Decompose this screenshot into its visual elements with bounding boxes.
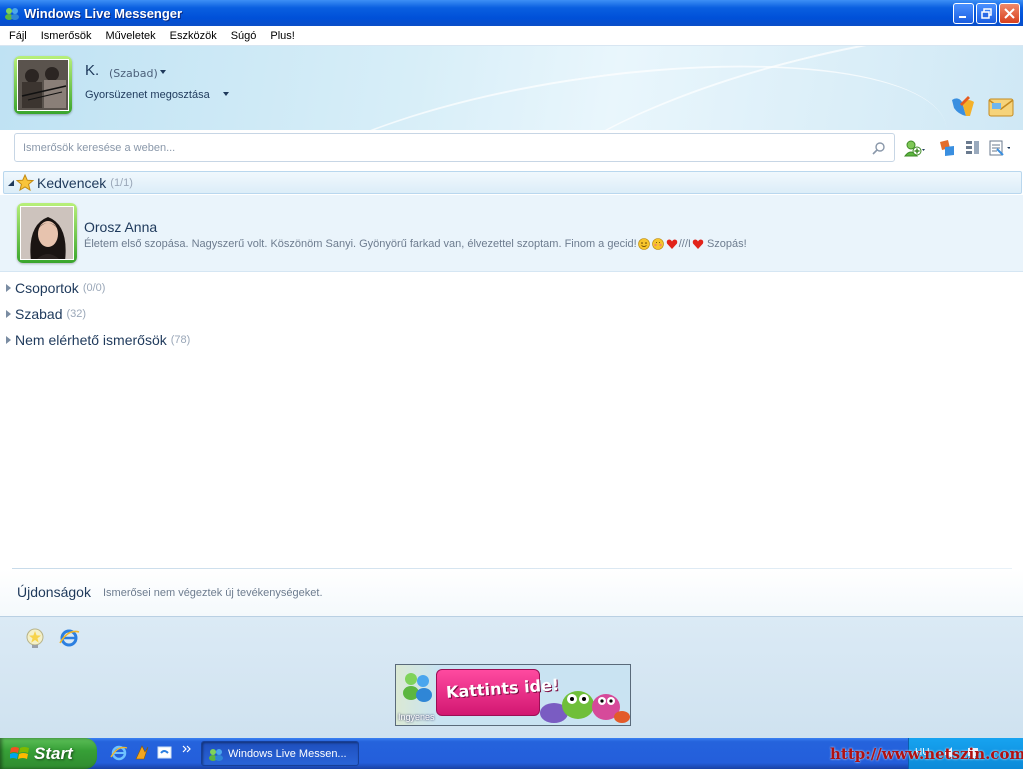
group-online[interactable]: Szabad (32) [0,304,86,324]
menu-actions[interactable]: Műveletek [98,26,162,46]
menu-help[interactable]: Súgó [224,26,264,46]
minimize-icon [959,16,966,18]
heart-emoticon-icon [666,239,677,249]
whats-new-text: Ismerősei nem végeztek új tevékenységeke… [103,587,323,599]
contact-name[interactable]: Orosz Anna [84,219,157,235]
ad-badge: Ingyenes [398,712,435,722]
status-dropdown-icon[interactable] [160,70,166,74]
menu-file[interactable]: Fájl [0,26,34,46]
user-display-picture [17,59,69,111]
group-label: Csoportok [15,280,79,296]
contact-display-picture [20,206,74,260]
group-count: (78) [170,334,191,346]
whats-new-title[interactable]: Újdonságok [17,584,91,600]
mail-icon[interactable] [987,94,1015,120]
star-icon [16,174,34,191]
taskbar-messenger-button[interactable]: Windows Live Messen... [201,741,359,766]
user-avatar[interactable] [14,56,72,114]
bottom-area: Kattints ide! Ingyenes [0,616,1023,738]
close-icon [1004,8,1015,19]
start-button[interactable]: Start [0,738,97,769]
menu-plus[interactable]: Plus! [263,26,301,46]
contact-message-tail: ///I [678,238,691,250]
search-input[interactable] [23,139,863,157]
heart-emoticon-icon [692,239,704,249]
personal-message[interactable]: Gyorsüzenet megosztása [85,89,210,101]
group-label: Kedvencek [37,174,107,191]
layout-icon[interactable] [963,138,985,158]
collapsed-arrow-icon [6,310,11,318]
ad-banner[interactable]: Kattints ide! Ingyenes [395,664,631,726]
window-title: Windows Live Messenger [24,5,183,21]
group-label: Nem elérhető ismerősök [15,332,167,348]
minimize-button[interactable] [953,3,974,24]
group-offline[interactable]: Nem elérhető ismerősök (78) [0,330,190,350]
collapsed-arrow-icon [6,284,11,292]
group-favorites[interactable]: Kedvencek (1/1) [3,171,1022,194]
windows-live-icon[interactable] [948,94,976,120]
group-count: (1/1) [110,176,133,189]
messenger-icon [209,748,223,761]
menu-bar: Fájl Ismerősök Műveletek Eszközök Súgó P… [0,26,1023,46]
quicklaunch-winamp-icon[interactable] [133,744,151,762]
profile-header: K. (Szabad) Gyorsüzenet megosztása [0,46,1023,130]
group-groups[interactable]: Csoportok (0/0) [0,278,105,298]
user-name[interactable]: K. [85,62,99,79]
group-label: Szabad [15,306,63,322]
games-icon[interactable] [936,138,958,158]
search-box [14,133,895,162]
taskbar-task-label: Windows Live Messen... [228,747,347,760]
show-menu-icon[interactable] [988,138,1010,158]
cartoon-creatures-icon [540,691,630,723]
group-count: (32) [66,308,87,320]
messenger-icon [5,8,19,20]
quicklaunch-more-icon[interactable] [182,744,192,754]
contact-message-end: Szopás! [706,238,747,250]
contact-avatar[interactable] [17,203,77,263]
close-button[interactable] [999,3,1020,24]
windows-logo-icon [10,746,29,759]
contact-message-text: Életem első szopása. Nagyszerű volt. Kös… [84,238,637,250]
messenger-buddy-icon [403,673,432,702]
contact-item[interactable]: Orosz Anna Életem első szopása. Nagyszer… [0,195,1023,272]
search-row [0,130,1023,170]
search-icon[interactable] [872,141,886,155]
user-status[interactable]: (Szabad) [109,67,158,80]
internet-explorer-icon[interactable] [58,627,80,649]
smile-emoticon-icon [637,238,650,250]
maximize-button[interactable] [976,3,997,24]
title-bar: Windows Live Messenger [0,0,1023,26]
quicklaunch-ie-icon[interactable] [110,744,128,762]
blush-emoticon-icon [651,238,664,250]
contact-personal-message: Életem első szopása. Nagyszerű volt. Kös… [84,238,747,250]
today-icon[interactable] [24,627,46,649]
group-count: (0/0) [82,282,106,294]
psm-dropdown-icon[interactable] [223,92,229,96]
menu-contacts[interactable]: Ismerősök [34,26,99,46]
watermark-text: http://www.netszin.com [830,745,1023,763]
collapsed-arrow-icon [6,336,11,344]
restore-icon [981,8,992,19]
whats-new-panel: Újdonságok Ismerősei nem végeztek új tev… [0,569,1023,616]
expand-arrow-icon [8,179,14,186]
menu-tools[interactable]: Eszközök [163,26,224,46]
add-contact-icon[interactable] [903,138,925,158]
quicklaunch-desktop-icon[interactable] [156,744,174,762]
start-label: Start [34,743,73,763]
